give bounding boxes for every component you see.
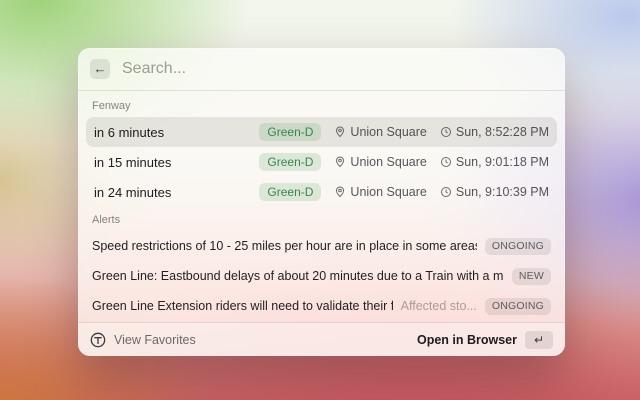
open-in-browser-label: Open in Browser: [417, 333, 517, 347]
clock-icon: [440, 186, 452, 198]
alert-row-2[interactable]: Green Line: Eastbound delays of about 20…: [86, 261, 557, 291]
location-pin-icon: [334, 156, 346, 168]
line-badge: Green-D: [259, 153, 321, 171]
alert-status-badge: NEW: [512, 268, 551, 285]
view-favorites-label: View Favorites: [114, 333, 196, 347]
alert-status-badge: ONGOING: [485, 298, 551, 315]
row-accessories: Green-D Union Square Sun, 8:52:28 PM: [259, 123, 549, 141]
alert-status-badge: ONGOING: [485, 238, 551, 255]
time-label: Sun, 9:10:39 PM: [456, 185, 549, 199]
destination-label: Union Square: [350, 185, 426, 199]
arrival-time: Sun, 8:52:28 PM: [440, 125, 549, 139]
line-badge: Green-D: [259, 123, 321, 141]
arrival-time: Sun, 9:01:18 PM: [440, 155, 549, 169]
departure-label: in 15 minutes: [94, 155, 171, 170]
clock-icon: [440, 156, 452, 168]
transit-row-1[interactable]: in 6 minutes Green-D Union Square Sun, 8…: [86, 117, 557, 147]
destination-label: Union Square: [350, 125, 426, 139]
back-button[interactable]: ←: [90, 59, 110, 79]
row-accessories: Green-D Union Square Sun, 9:01:18 PM: [259, 153, 549, 171]
section-header-alerts: Alerts: [86, 207, 557, 231]
destination-label: Union Square: [350, 155, 426, 169]
destination: Union Square: [334, 155, 426, 169]
row-accessories: Green-D Union Square Sun, 9:10:39 PM: [259, 183, 549, 201]
alert-row-3[interactable]: Green Line Extension riders will need to…: [86, 291, 557, 321]
arrival-time: Sun, 9:10:39 PM: [440, 185, 549, 199]
results-list: Fenway in 6 minutes Green-D Union Square…: [78, 91, 565, 321]
footer-bar: View Favorites Open in Browser ↵: [78, 322, 565, 356]
departure-label: in 24 minutes: [94, 185, 171, 200]
destination: Union Square: [334, 125, 426, 139]
transit-row-3[interactable]: in 24 minutes Green-D Union Square Sun, …: [86, 177, 557, 207]
line-badge: Green-D: [259, 183, 321, 201]
alert-text: Green Line Extension riders will need to…: [92, 299, 393, 313]
section-header-fenway: Fenway: [86, 93, 557, 117]
launcher-window: ← Fenway in 6 minutes Green-D Union Squa…: [78, 48, 565, 356]
alert-text: Green Line: Eastbound delays of about 20…: [92, 269, 504, 283]
return-key-icon: ↵: [525, 331, 553, 349]
alert-row-1[interactable]: Speed restrictions of 10 - 25 miles per …: [86, 231, 557, 261]
open-in-browser-action[interactable]: Open in Browser ↵: [417, 331, 553, 349]
alert-text: Speed restrictions of 10 - 25 miles per …: [92, 239, 477, 253]
transit-row-2[interactable]: in 15 minutes Green-D Union Square Sun, …: [86, 147, 557, 177]
location-pin-icon: [334, 186, 346, 198]
view-favorites-action[interactable]: View Favorites: [90, 332, 196, 348]
search-bar: ←: [78, 48, 565, 91]
alert-note: Affected sto...: [401, 299, 477, 313]
departure-label: in 6 minutes: [94, 125, 164, 140]
clock-icon: [440, 126, 452, 138]
search-input[interactable]: [120, 59, 553, 79]
time-label: Sun, 9:01:18 PM: [456, 155, 549, 169]
time-label: Sun, 8:52:28 PM: [456, 125, 549, 139]
destination: Union Square: [334, 185, 426, 199]
mbta-t-logo-icon: [90, 332, 106, 348]
arrow-left-icon: ←: [94, 59, 107, 79]
location-pin-icon: [334, 126, 346, 138]
desktop-background: ← Fenway in 6 minutes Green-D Union Squa…: [0, 0, 640, 400]
